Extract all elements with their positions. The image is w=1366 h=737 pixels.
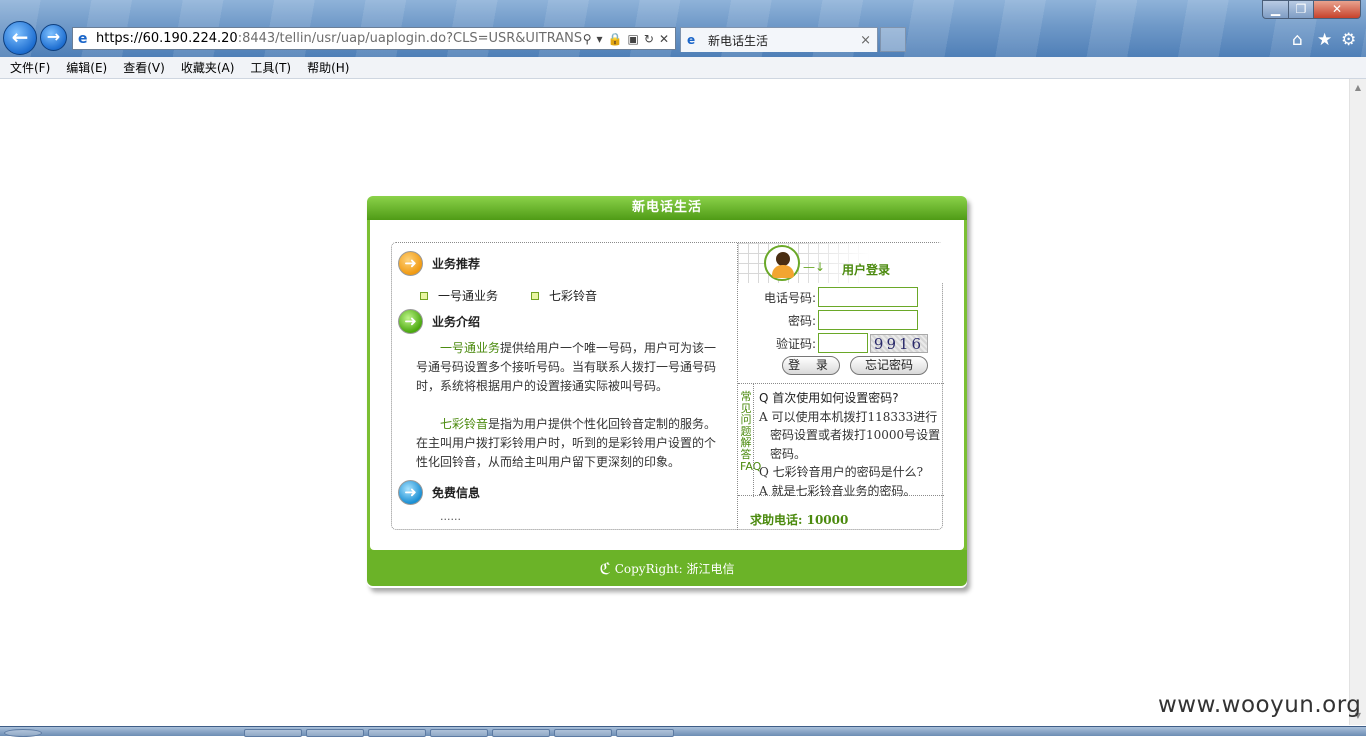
url-path: :8443/tellin/usr/uap/uaplogin.do?CLS=USR… [237,31,583,46]
browser-chrome: ▁ ❐ ✕ ← → e https://60.190.224.20 :8443/… [0,0,1366,57]
faq-answer-1-line3: 密码。 [770,446,807,461]
phone-input[interactable] [818,287,918,307]
phone-row: 电话号码: [738,287,944,307]
faq-section: 常见问题解答FAQ Q 首次使用如何设置密码? A 可以使用本机拨打118333… [738,383,944,498]
copyright-text: CopyRight: 浙江电信 [614,561,735,576]
telecom-logo-icon: ℭ [599,558,611,578]
login-column: —↓ 用户登录 电话号码: 密码: 验证码: 9916 登 录 忘记密码 常见问… [737,243,944,530]
blue-arrow-icon: ➜ [398,480,423,505]
free-info-placeholder: ...... [440,510,461,523]
panel-title: 新电话生活 [367,196,967,220]
address-bar[interactable]: e https://60.190.224.20 :8443/tellin/usr… [72,27,676,50]
dropdown-icon[interactable]: ▾ [597,32,603,46]
free-info-header: ➜ 免费信息 [398,480,480,505]
login-panel: 新电话生活 ➜ 业务推荐 一号通业务 七彩铃音 ➜ 业务介绍 一号通业务提供给用… [367,196,967,588]
close-window-button[interactable]: ✕ [1313,0,1361,19]
menu-favorites[interactable]: 收藏夹(A) [175,59,241,76]
password-input[interactable] [818,310,918,330]
url-host: https://60.190.224.20 [95,31,238,46]
intro-title: 业务介绍 [432,315,481,329]
forgot-password-button[interactable]: 忘记密码 [850,356,928,375]
ie-logo-icon: e [78,30,88,47]
forward-arrow-icon: → [46,27,61,46]
faq-answer-1-line1: A 可以使用本机拨打118333进行 [759,409,938,424]
login-title: 用户登录 [842,263,891,277]
faq-divider [753,384,754,497]
maximize-button[interactable]: ❐ [1288,0,1314,19]
lock-icon[interactable]: 🔒 [608,32,623,46]
tab-title: 新电话生活 [708,33,769,48]
captcha-image[interactable]: 9916 [870,333,928,353]
content-box: ➜ 业务推荐 一号通业务 七彩铃音 ➜ 业务介绍 一号通业务提供给用户一个唯一号… [391,242,944,530]
tab-active[interactable]: e 新电话生活 × [680,27,878,52]
watermark: www.wooyun.org [1158,692,1362,718]
intro-paragraph-yihaotong: 一号通业务提供给用户一个唯一号码，用户可为该一号通号码设置多个接听号码。当有联系… [416,339,718,396]
home-icon[interactable]: ⌂ [1292,30,1303,50]
menu-help[interactable]: 帮助(H) [301,59,355,76]
recommend-title: 业务推荐 [432,257,481,271]
biz-item-qicailingyin[interactable]: 七彩铃音 [531,287,597,304]
help-hotline: 求助电话: 10000 [750,513,849,527]
captcha-row: 验证码: 9916 [738,333,944,353]
bullet-icon [420,291,428,300]
menu-tools[interactable]: 工具(T) [244,59,297,76]
ie-logo-icon: e [687,33,696,47]
search-icon[interactable]: ⚲ [583,32,592,46]
vertical-scrollbar[interactable]: ▲ ▼ [1349,79,1366,725]
faq-text: Q 首次使用如何设置密码? A 可以使用本机拨打118333进行 密码设置或者拨… [759,389,941,500]
intro-link-yihaotong[interactable]: 一号通业务 [440,341,500,355]
faq-answer-1-line2: 密码设置或者拨打10000号设置 [770,428,941,442]
panel-footer: ℭ CopyRight: 浙江电信 [367,550,967,586]
back-button[interactable]: ← [3,21,37,55]
menu-view[interactable]: 查看(V) [117,59,171,76]
user-avatar-icon [764,245,800,281]
menu-file[interactable]: 文件(F) [4,59,56,76]
menu-bar: 文件(F) 编辑(E) 查看(V) 收藏夹(A) 工具(T) 帮助(H) [0,57,1366,79]
panel-body: ➜ 业务推荐 一号通业务 七彩铃音 ➜ 业务介绍 一号通业务提供给用户一个唯一号… [367,220,967,550]
orange-arrow-icon: ➜ [398,251,423,276]
bullet-icon [531,291,540,300]
address-tools: ⚲ ▾ 🔒 ▣ ↻ ✕ [583,32,675,46]
captcha-input[interactable] [818,333,868,353]
biz-item-label: 七彩铃音 [549,289,598,303]
faq-question-1: Q 首次使用如何设置密码? [759,391,899,405]
free-info-title: 免费信息 [432,486,481,500]
password-row: 密码: [738,310,944,330]
faq-question-2: Q 七彩铃音用户的密码是什么? [759,465,924,479]
scroll-up-icon[interactable]: ▲ [1353,83,1363,93]
refresh-icon[interactable]: ↻ [644,32,654,46]
biz-list: 一号通业务 七彩铃音 [420,287,630,304]
faq-side-label: 常见问题解答FAQ [740,390,762,473]
biz-item-yihaotong[interactable]: 一号通业务 [420,287,498,304]
new-tab-button[interactable] [880,27,906,52]
compat-view-icon[interactable]: ▣ [628,32,639,46]
forward-button[interactable]: → [40,24,67,51]
phone-label: 电话号码: [763,290,816,305]
faq-answer-2: A 就是七彩铃音业务的密码。 [759,483,916,498]
login-arrow-icon: —↓ [803,260,826,274]
intro-paragraph-qicailingyin: 七彩铃音是指为用户提供个性化回铃音定制的服务。在主叫用户拨打彩铃用户时，听到的是… [416,415,718,472]
stop-icon[interactable]: ✕ [659,32,669,46]
green-arrow-icon: ➜ [398,309,423,334]
favorites-star-icon[interactable]: ★ [1317,30,1332,50]
settings-gear-icon[interactable]: ⚙ [1341,30,1356,50]
taskbar [0,726,1366,737]
recommend-header: ➜ 业务推荐 [398,251,480,276]
password-label: 密码: [787,313,816,328]
tab-close-icon[interactable]: × [860,33,871,48]
back-arrow-icon: ← [11,25,29,49]
intro-link-qicailingyin[interactable]: 七彩铃音 [440,417,488,431]
minimize-button[interactable]: ▁ [1262,0,1289,19]
panel-inner: ➜ 业务推荐 一号通业务 七彩铃音 ➜ 业务介绍 一号通业务提供给用户一个唯一号… [370,220,964,550]
menu-edit[interactable]: 编辑(E) [60,59,113,76]
biz-item-label: 一号通业务 [438,289,499,303]
login-button[interactable]: 登 录 [782,356,840,375]
captcha-label: 验证码: [775,336,816,351]
intro-header: ➜ 业务介绍 [398,309,480,334]
